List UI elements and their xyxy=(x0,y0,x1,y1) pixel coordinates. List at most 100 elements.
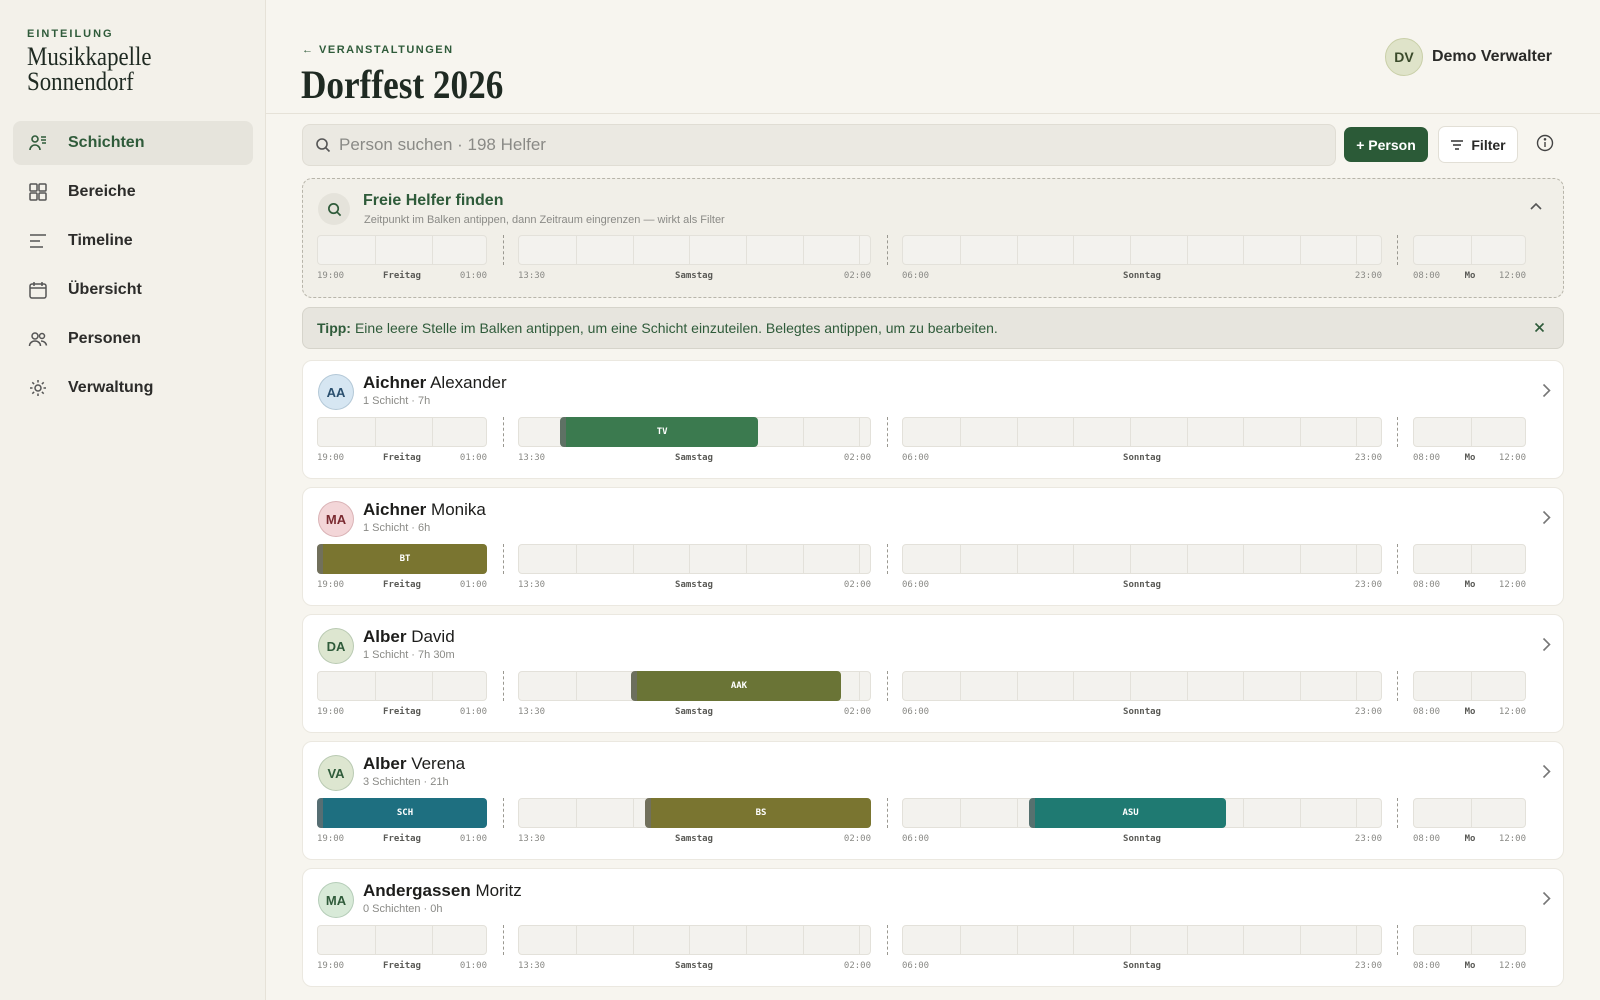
time-label: 23:00 xyxy=(1354,707,1382,717)
shift-bar[interactable]: ASU xyxy=(1029,798,1226,828)
chevron-right-icon[interactable] xyxy=(1542,891,1551,906)
timeline-segment-sun[interactable] xyxy=(902,417,1382,447)
divider xyxy=(266,113,1600,114)
person-card[interactable]: MA Aichner Monika 1 Schicht · 6h BT 19:00… xyxy=(302,487,1564,606)
timeline-segment-sun[interactable] xyxy=(902,235,1382,265)
hour-gridline xyxy=(1300,799,1301,827)
timeline-segment-sat[interactable] xyxy=(518,544,871,574)
add-person-button[interactable]: + Person xyxy=(1344,127,1428,162)
person-card[interactable]: AA Aichner Alexander 1 Schicht · 7h TV 19… xyxy=(302,360,1564,479)
timeline-segment-sun[interactable] xyxy=(902,671,1382,701)
timeline-segment-fri[interactable] xyxy=(317,417,487,447)
person-name: Andergassen Moritz xyxy=(363,881,522,901)
hour-gridline xyxy=(1130,418,1131,446)
timeline-segment-sun[interactable] xyxy=(902,925,1382,955)
shift-bar[interactable]: TV xyxy=(560,417,759,447)
timeline-segment-mon[interactable] xyxy=(1413,544,1526,574)
back-link[interactable]: ← VERANSTALTUNGEN xyxy=(302,44,454,56)
hour-gridline xyxy=(432,236,433,264)
hour-gridline xyxy=(1300,545,1301,573)
hour-gridline xyxy=(803,545,804,573)
sidebar-item-timeline[interactable]: Timeline xyxy=(13,219,253,263)
avatar: DA xyxy=(318,628,354,664)
sidebar-item-label: Timeline xyxy=(68,232,133,249)
close-icon[interactable] xyxy=(1534,322,1545,333)
sidebar-item-schichten[interactable]: Schichten xyxy=(13,121,253,165)
timeline-segment-mon[interactable] xyxy=(1413,925,1526,955)
brand: EINTEILUNG Musikkapelle Sonnendorf xyxy=(27,28,227,95)
filter-button[interactable]: Filter xyxy=(1438,126,1518,163)
sidebar-item-bereiche[interactable]: Bereiche xyxy=(13,170,253,214)
timeline-segment-fri[interactable] xyxy=(317,235,487,265)
chevron-right-icon[interactable] xyxy=(1542,764,1551,779)
day-label: Freitag xyxy=(383,580,421,590)
info-icon[interactable] xyxy=(1536,134,1554,152)
shift-bar[interactable]: SCH xyxy=(317,798,487,828)
time-label: 02:00 xyxy=(843,707,871,717)
chevron-up-icon[interactable] xyxy=(1529,201,1543,211)
person-card[interactable]: MA Andergassen Moritz 0 Schichten · 0h 1… xyxy=(302,868,1564,987)
timeline-segment-mon[interactable] xyxy=(1413,671,1526,701)
hour-gridline xyxy=(1017,236,1018,264)
sidebar-item-verwaltung[interactable]: Verwaltung xyxy=(13,366,253,410)
timeline-segment-mon[interactable] xyxy=(1413,235,1526,265)
sidebar-item-uebersicht[interactable]: Übersicht xyxy=(13,268,253,312)
person-first-name: Moritz xyxy=(475,881,522,900)
shift-bar[interactable]: BS xyxy=(645,798,871,828)
day-label: Mo xyxy=(1464,453,1476,463)
timeline-segment-mon[interactable] xyxy=(1413,798,1526,828)
day-divider xyxy=(1397,798,1398,828)
timeline-strip[interactable]: 19:00 Freitag 01:00 13:30 Samstag 02:00 06:00 S… xyxy=(317,925,1551,971)
filter-icon xyxy=(1450,139,1464,151)
day-label: Sonntag xyxy=(1123,834,1161,844)
people-icon xyxy=(28,329,48,349)
day-label: Samstag xyxy=(675,834,713,844)
timeline-segment-sun[interactable] xyxy=(902,544,1382,574)
day-label: Mo xyxy=(1464,271,1476,281)
chevron-right-icon[interactable] xyxy=(1542,637,1551,652)
day-label: Freitag xyxy=(383,453,421,463)
timeline-strip[interactable]: 19:00 Freitag 01:00 13:30 Samstag 02:00 06:00 S… xyxy=(317,235,1551,281)
sidebar-item-personen[interactable]: Personen xyxy=(13,317,253,361)
hour-gridline xyxy=(859,926,860,954)
time-label: 06:00 xyxy=(902,834,930,844)
person-shift-summary: 1 Schicht · 7h 30m xyxy=(363,649,455,661)
timeline-segment-sat[interactable] xyxy=(518,235,871,265)
sidebar-item-label: Schichten xyxy=(68,134,145,151)
sidebar: EINTEILUNG Musikkapelle Sonnendorf Schic… xyxy=(0,0,266,1000)
time-label: 19:00 xyxy=(317,453,345,463)
tip-label: Tipp: xyxy=(317,320,351,336)
day-label: Sonntag xyxy=(1123,707,1161,717)
timeline-strip[interactable]: BT 19:00 Freitag 01:00 13:30 Samstag 02:00 06:0… xyxy=(317,544,1551,590)
time-label: 02:00 xyxy=(843,834,871,844)
timeline-strip[interactable]: AAK 19:00 Freitag 01:00 13:30 Samstag 02:00 06:… xyxy=(317,671,1551,717)
user-menu[interactable]: DV Demo Verwalter xyxy=(1384,38,1552,76)
hour-gridline xyxy=(1017,672,1018,700)
day-label: Freitag xyxy=(383,707,421,717)
time-label: 19:00 xyxy=(317,271,345,281)
day-label: Samstag xyxy=(675,271,713,281)
shift-bar[interactable]: AAK xyxy=(630,671,841,701)
timeline-strip[interactable]: SCH BS ASU 19:00 Freitag 01:00 13:30 Samstag 02:… xyxy=(317,798,1551,844)
timeline-segment-fri[interactable] xyxy=(317,671,487,701)
timeline-segment-fri[interactable] xyxy=(317,925,487,955)
chevron-right-icon[interactable] xyxy=(1542,383,1551,398)
timeline-icon xyxy=(28,231,48,251)
search-input[interactable] xyxy=(339,135,1335,155)
person-card[interactable]: VA Alber Verena 3 Schichten · 21h SCH BS A… xyxy=(302,741,1564,860)
calendar-icon xyxy=(28,280,48,300)
time-label: 13:30 xyxy=(518,453,546,463)
day-label: Mo xyxy=(1464,834,1476,844)
person-shift-summary: 3 Schichten · 21h xyxy=(363,776,449,788)
shift-bar[interactable]: BT xyxy=(317,544,487,574)
time-label: 06:00 xyxy=(902,453,930,463)
timeline-segment-sat[interactable] xyxy=(518,925,871,955)
timeline-segment-mon[interactable] xyxy=(1413,417,1526,447)
hour-gridline xyxy=(1073,672,1074,700)
hour-gridline xyxy=(1243,799,1244,827)
time-label: 08:00 xyxy=(1413,271,1441,281)
day-divider xyxy=(887,544,888,574)
timeline-strip[interactable]: TV 19:00 Freitag 01:00 13:30 Samstag 02:00 06:0… xyxy=(317,417,1551,463)
person-card[interactable]: DA Alber David 1 Schicht · 7h 30m AAK 19:… xyxy=(302,614,1564,733)
chevron-right-icon[interactable] xyxy=(1542,510,1551,525)
